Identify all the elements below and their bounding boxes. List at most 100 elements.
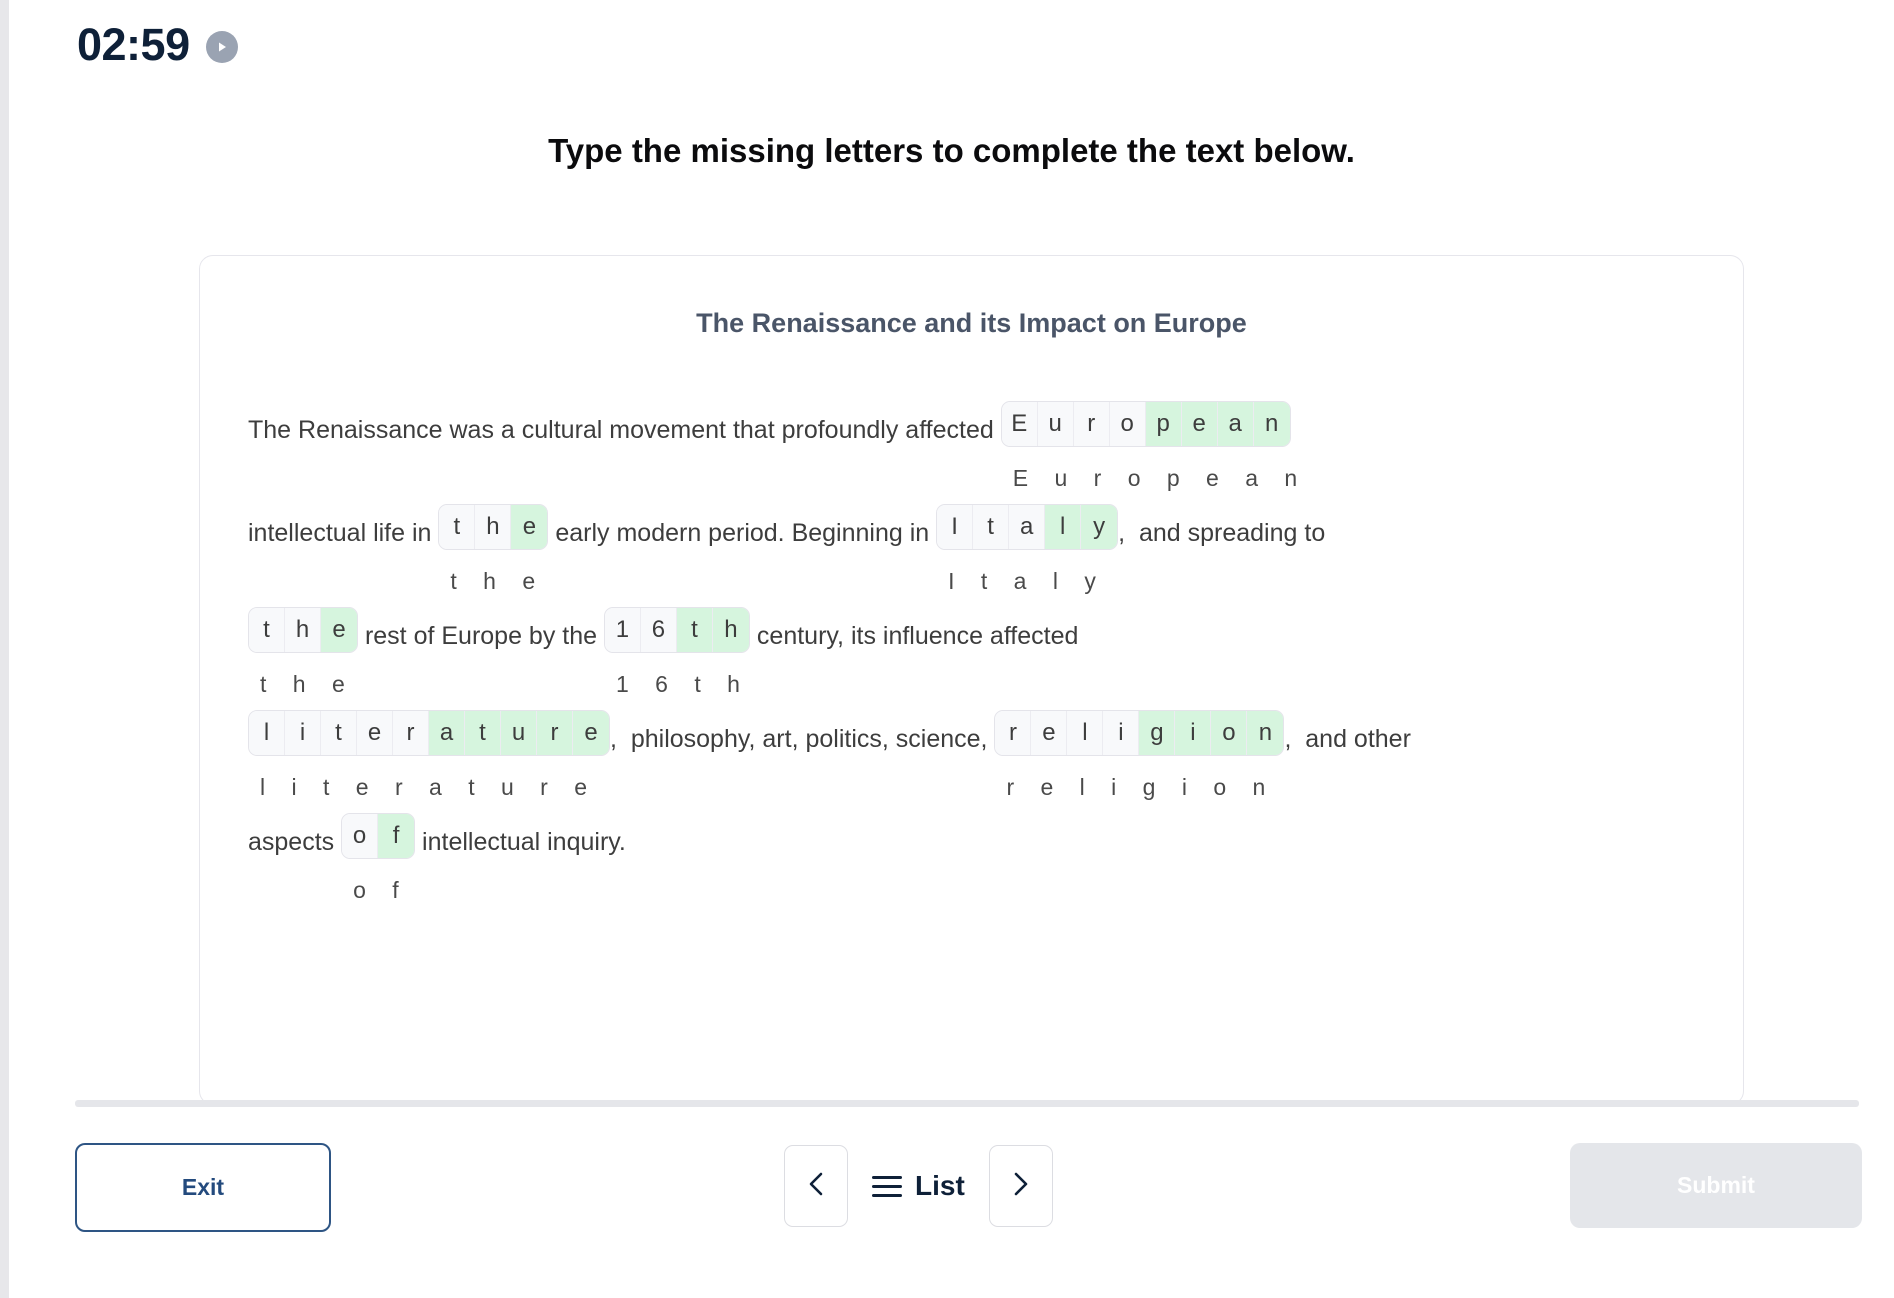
passage-line: thet h e rest of Europe by the 16th1 6 t… [248,607,1678,696]
timer: 02:59 [77,22,238,67]
letter-input-group[interactable]: the [438,504,549,550]
letter-cell-filled[interactable]: n [1247,711,1284,755]
letter-cell-filled[interactable]: e [573,711,609,755]
letter-cell-filled[interactable]: e [321,608,357,652]
passage-text: aspects [248,828,342,856]
letter-input-group[interactable]: the [248,607,358,653]
passage-line: literaturel i t e r a t u r e, philosoph… [248,710,1678,799]
passage-body: The Renaissance was a cultural movement … [248,401,1678,902]
prev-question-button[interactable] [784,1145,848,1227]
page-left-edge [0,0,9,1298]
letter-cell[interactable]: r [393,711,429,755]
letter-cell-filled[interactable]: e [1181,402,1218,446]
navigation-cluster: List [784,1145,1053,1227]
play-circle-icon[interactable] [205,30,238,63]
letter-cell-filled[interactable]: p [1145,402,1182,446]
list-button[interactable]: List [872,1170,965,1202]
answer-hint: E u r o p e a n [1012,465,1308,491]
letter-cell-filled[interactable]: n [1253,402,1290,446]
answer-hint: t h e [260,671,355,697]
answer-word-group: religionr e l i g i o n [994,710,1285,800]
next-question-button[interactable] [988,1145,1053,1227]
answer-hint: t h e [450,568,546,594]
letter-cell-filled[interactable]: i [1175,711,1212,755]
letter-cell[interactable]: a [1009,505,1046,549]
letter-cell[interactable]: i [285,711,321,755]
letter-cell-filled[interactable]: r [537,711,573,755]
letter-cell[interactable]: e [1031,711,1068,755]
letter-cell[interactable]: r [995,711,1032,755]
letter-cell[interactable]: I [937,505,974,549]
passage-line: The Renaissance was a cultural movement … [248,401,1678,490]
answer-hint: r e l i g i o n [1006,774,1276,800]
letter-cell-filled[interactable]: y [1081,505,1118,549]
passage-line: intellectual life in thet h e early mode… [248,504,1678,593]
letter-cell[interactable]: t [973,505,1010,549]
passage-text: intellectual inquiry. [415,828,626,856]
letter-cell[interactable]: E [1001,402,1038,446]
chevron-left-icon [805,1169,827,1204]
letter-cell-filled[interactable]: a [429,711,465,755]
timer-value: 02:59 [77,19,190,70]
passage-text: , and other [1284,725,1411,753]
submit-button[interactable]: Submit [1570,1143,1862,1228]
exercise-card: The Renaissance and its Impact on Europe… [199,255,1744,1105]
letter-cell-filled[interactable]: l [1045,505,1082,549]
letter-cell-filled[interactable]: h [712,608,749,652]
list-button-label: List [915,1170,965,1201]
letter-cell[interactable]: i [1103,711,1140,755]
letter-cell[interactable]: t [439,505,476,549]
letter-cell-filled[interactable]: g [1139,711,1176,755]
footer-divider [75,1100,1859,1107]
exit-button[interactable]: Exit [75,1143,331,1232]
passage-text: , and spreading to [1118,519,1326,547]
letter-cell-filled[interactable]: f [378,814,415,858]
hamburger-icon [872,1175,902,1197]
letter-cell[interactable]: h [475,505,512,549]
answer-hint: o f [353,877,409,903]
answer-word-group: thet h e [438,504,549,594]
letter-cell[interactable]: r [1073,402,1110,446]
letter-cell[interactable]: l [1067,711,1104,755]
letter-cell[interactable]: 6 [640,608,677,652]
chevron-right-icon [1010,1169,1032,1204]
letter-cell-filled[interactable]: t [676,608,713,652]
passage-text: early modern period. Beginning in [548,519,937,547]
answer-word-group: literaturel i t e r a t u r e [248,710,610,799]
letter-input-group[interactable]: 16th [603,607,750,653]
letter-cell[interactable]: o [342,814,379,858]
answer-hint: 1 6 t h [615,671,750,697]
letter-input-group[interactable]: Italy [936,504,1119,550]
answer-word-group: thet h e [248,607,358,696]
letter-cell[interactable]: u [1037,402,1074,446]
letter-input-group[interactable]: literature [248,710,610,756]
letter-cell-filled[interactable]: o [1211,711,1248,755]
letter-cell[interactable]: o [1109,402,1146,446]
letter-cell-filled[interactable]: e [511,505,548,549]
answer-word-group: ofo f [341,813,416,903]
quiz-screen: 02:59 Type the missing letters to comple… [9,0,1894,1298]
passage-line: aspects ofo f intellectual inquiry. [248,813,1678,902]
letter-cell[interactable]: l [249,711,285,755]
answer-word-group: EuropeanE u r o p e a n [1000,401,1308,491]
answer-hint: l i t e r a t u r e [260,774,597,800]
passage-text: intellectual life in [248,519,439,547]
answer-word-group: 16th1 6 t h [603,607,750,697]
passage-text: rest of Europe by the [358,622,604,650]
letter-input-group[interactable]: religion [994,710,1285,756]
letter-cell-filled[interactable]: u [501,711,537,755]
letter-cell-filled[interactable]: t [465,711,501,755]
footer-bar: Exit List Submit [9,1143,1894,1243]
passage-title: The Renaissance and its Impact on Europe [696,308,1247,338]
passage-text: , philosophy, art, politics, science, [610,725,995,753]
letter-cell[interactable]: 1 [604,608,641,652]
letter-cell-filled[interactable]: a [1217,402,1254,446]
letter-input-group[interactable]: of [341,813,416,859]
answer-hint: I t a l y [948,568,1106,594]
letter-cell[interactable]: h [285,608,321,652]
letter-cell[interactable]: e [357,711,393,755]
answer-word-group: ItalyI t a l y [936,504,1119,594]
letter-input-group[interactable]: European [1000,401,1291,447]
letter-cell[interactable]: t [249,608,285,652]
letter-cell[interactable]: t [321,711,357,755]
